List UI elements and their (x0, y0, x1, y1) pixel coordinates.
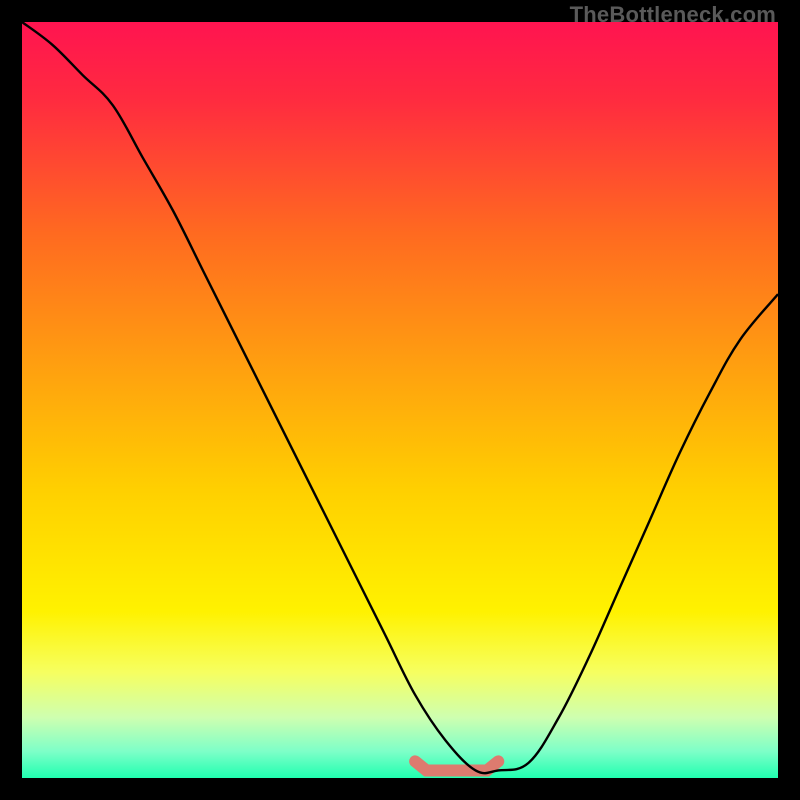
curve-layer (22, 22, 778, 778)
flat-segment (415, 761, 498, 770)
plot-area (22, 22, 778, 778)
chart-frame: TheBottleneck.com (0, 0, 800, 800)
bottleneck-curve (22, 22, 778, 773)
